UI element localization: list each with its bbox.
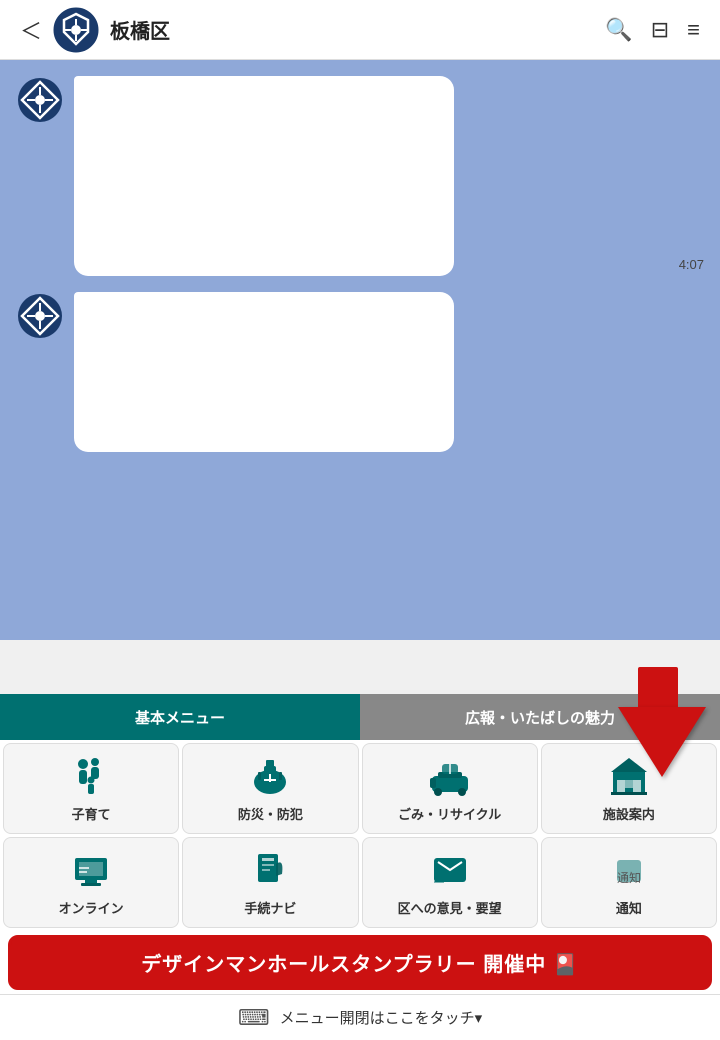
search-icon[interactable]: 🔍 bbox=[605, 17, 632, 43]
bousai-icon bbox=[248, 754, 292, 798]
banner[interactable]: デザインマンホールスタンプラリー 開催中 🎴 bbox=[8, 935, 712, 990]
gomi-icon bbox=[428, 754, 472, 798]
message-row-1: 4:07 bbox=[16, 76, 704, 276]
tab-menu: 基本メニュー 広報・いたばしの魅力 bbox=[0, 694, 720, 740]
bot-avatar-2 bbox=[16, 292, 64, 340]
footer-text: メニュー開閉はここをタッチ▾ bbox=[280, 1007, 483, 1028]
arrow-head bbox=[618, 707, 706, 777]
channel-title: 板橋区 bbox=[110, 15, 170, 44]
tetsuzuki-icon bbox=[248, 848, 292, 892]
menu-cell-online[interactable]: オンライン bbox=[3, 837, 179, 928]
menu-cell-iken[interactable]: 区への意見・要望 bbox=[362, 837, 538, 928]
message-bubble-1 bbox=[74, 76, 454, 276]
iken-icon bbox=[428, 848, 472, 892]
menu-cell-kosodate[interactable]: 子育て bbox=[3, 743, 179, 834]
menu-cell-notification[interactable]: 通知 通知 bbox=[541, 837, 717, 928]
message-time-1: 4:07 bbox=[679, 257, 704, 272]
grid-menu: 子育て 防災・防犯 ごみ・リ bbox=[0, 740, 720, 931]
channel-shield-icon bbox=[52, 6, 100, 54]
list-icon[interactable]: ⊟ bbox=[651, 17, 669, 43]
kosodate-icon bbox=[69, 754, 113, 798]
header: ＜ 板橋区 🔍 ⊟ ≡ bbox=[0, 0, 720, 60]
menu-cell-iken-label: 区への意見・要望 bbox=[398, 898, 502, 917]
menu-cell-tetsuzuki[interactable]: 手続ナビ bbox=[182, 837, 358, 928]
bottom-section: 基本メニュー 広報・いたばしの魅力 子育て bbox=[0, 694, 720, 1040]
chat-area: 4:07 bbox=[0, 60, 720, 640]
menu-cell-notification-label: 通知 bbox=[616, 898, 642, 917]
message-bubble-2 bbox=[74, 292, 454, 452]
header-right: 🔍 ⊟ ≡ bbox=[605, 17, 700, 43]
menu-cell-bousai-label: 防災・防犯 bbox=[238, 804, 303, 823]
bot-avatar-1 bbox=[16, 76, 64, 124]
menu-cell-gomi-label: ごみ・リサイクル bbox=[398, 804, 501, 823]
menu-cell-tetsuzuki-label: 手続ナビ bbox=[244, 898, 296, 917]
hamburger-menu-icon[interactable]: ≡ bbox=[687, 17, 700, 43]
menu-cell-shisetsu-label: 施設案内 bbox=[603, 804, 655, 823]
online-icon bbox=[69, 848, 113, 892]
menu-cell-gomi[interactable]: ごみ・リサイクル bbox=[362, 743, 538, 834]
message-row-2 bbox=[16, 292, 704, 452]
tab-basic-menu[interactable]: 基本メニュー bbox=[0, 694, 360, 740]
menu-cell-online-label: オンライン bbox=[59, 898, 124, 917]
footer: ⌨ メニュー開閉はここをタッチ▾ bbox=[0, 994, 720, 1040]
notification-icon: 通知 bbox=[607, 848, 651, 892]
menu-cell-bousai[interactable]: 防災・防犯 bbox=[182, 743, 358, 834]
banner-text: デザインマンホールスタンプラリー 開催中 🎴 bbox=[141, 948, 578, 977]
keyboard-icon[interactable]: ⌨ bbox=[238, 1005, 270, 1031]
svg-text:通知: 通知 bbox=[617, 871, 641, 885]
back-button[interactable]: ＜ bbox=[20, 14, 42, 46]
header-left: ＜ 板橋区 bbox=[20, 6, 170, 54]
menu-cell-kosodate-label: 子育て bbox=[72, 804, 111, 823]
